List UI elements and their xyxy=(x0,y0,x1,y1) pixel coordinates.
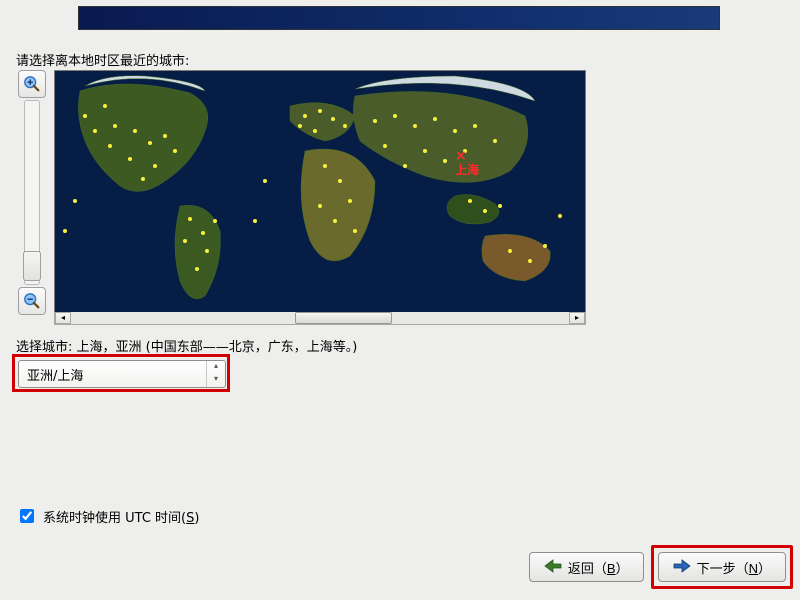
back-button[interactable]: 返回（B） xyxy=(529,552,644,582)
chevron-down-icon: ▾ xyxy=(207,374,225,387)
zoom-in-icon xyxy=(23,75,41,93)
city-info-value: 上海，亚洲 (中国东部——北京，广东，上海等。) xyxy=(77,340,358,355)
chevron-up-icon: ▴ xyxy=(207,361,225,374)
scroll-left-button[interactable]: ◂ xyxy=(55,312,71,324)
zoom-slider-thumb[interactable] xyxy=(23,251,41,281)
scroll-track[interactable] xyxy=(71,312,569,324)
zoom-in-button[interactable] xyxy=(18,70,46,98)
map-canvas[interactable]: × 上海 xyxy=(54,70,586,315)
wizard-buttons: 返回（B） 下一步（N） xyxy=(529,552,786,582)
selected-city-info: 选择城市: 上海，亚洲 (中国东部——北京，广东，上海等。) xyxy=(16,336,357,355)
zoom-out-button[interactable] xyxy=(18,287,46,315)
utc-checkbox-row[interactable]: 系统时钟使用 UTC 时间(S) xyxy=(16,506,199,526)
scroll-thumb[interactable] xyxy=(295,312,392,324)
utc-label: 系统时钟使用 UTC 时间(S) xyxy=(43,507,199,526)
timezone-prompt: 请选择离本地时区最近的城市: xyxy=(16,50,189,69)
timezone-map: × 上海 ◂ ▸ xyxy=(16,70,586,325)
back-arrow-icon xyxy=(544,559,562,576)
next-button[interactable]: 下一步（N） xyxy=(658,552,786,582)
zoom-out-icon xyxy=(23,292,41,310)
map-hscrollbar[interactable]: ◂ ▸ xyxy=(54,312,586,325)
scroll-right-button[interactable]: ▸ xyxy=(569,312,585,324)
highlight-next-button: 下一步（N） xyxy=(651,545,793,589)
city-info-prefix: 选择城市: xyxy=(16,340,77,355)
timezone-value: 亚洲/上海 xyxy=(19,365,206,384)
combobox-spinner[interactable]: ▴ ▾ xyxy=(206,361,225,387)
timezone-combobox[interactable]: 亚洲/上海 ▴ ▾ xyxy=(18,360,226,388)
back-button-label: 返回（B） xyxy=(568,558,629,577)
utc-checkbox[interactable] xyxy=(20,509,34,523)
next-button-label: 下一步（N） xyxy=(697,558,771,577)
next-arrow-icon xyxy=(673,559,691,576)
zoom-slider[interactable] xyxy=(24,100,40,285)
installer-header xyxy=(78,6,720,30)
zoom-controls xyxy=(16,70,50,315)
